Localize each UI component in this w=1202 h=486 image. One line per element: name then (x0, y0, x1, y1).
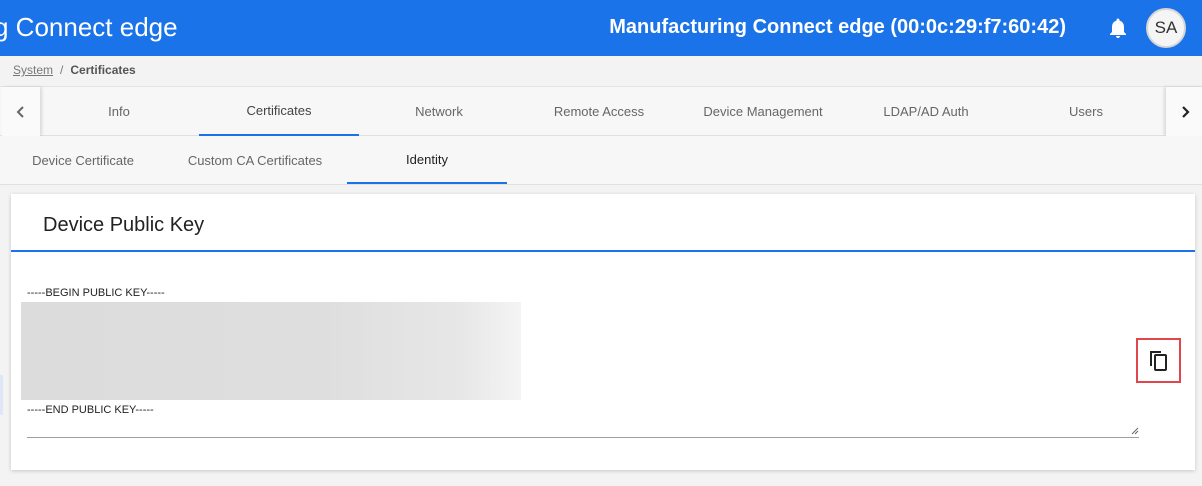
tab-network[interactable]: Network (359, 87, 519, 136)
device-public-key-card: Device Public Key -----BEGIN PUBLIC KEY-… (11, 194, 1195, 470)
sub-tab-bar: Device Certificate Custom CA Certificate… (0, 136, 1202, 185)
user-avatar[interactable]: SA (1146, 8, 1186, 48)
copy-key-button[interactable] (1136, 338, 1181, 383)
tab-users[interactable]: Users (1006, 87, 1166, 136)
tab-scroll-left-button[interactable] (2, 87, 40, 136)
chevron-left-icon (16, 105, 24, 118)
redacted-key-content (21, 302, 521, 400)
app-title: g Connect edge (0, 12, 178, 42)
tab-remote-access[interactable]: Remote Access (519, 87, 679, 136)
resize-handle-icon[interactable] (1130, 426, 1139, 435)
breadcrumb-link-system[interactable]: System (13, 63, 53, 77)
copy-icon (1149, 350, 1167, 371)
key-begin-line: -----BEGIN PUBLIC KEY----- (27, 287, 165, 299)
chevron-right-icon (1182, 105, 1190, 118)
side-drawer-edge (0, 375, 3, 415)
card-divider (11, 250, 1195, 252)
main-tab-bar: Info Certificates Network Remote Access … (0, 86, 1202, 136)
device-title: Manufacturing Connect edge (00:0c:29:f7:… (609, 16, 1066, 38)
tab-ldap-ad-auth[interactable]: LDAP/AD Auth (846, 87, 1006, 136)
breadcrumb: System / Certificates (13, 63, 136, 77)
breadcrumb-current: Certificates (70, 63, 136, 77)
key-end-line: -----END PUBLIC KEY----- (27, 404, 154, 416)
subtab-device-certificate[interactable]: Device Certificate (8, 136, 158, 184)
tab-device-management[interactable]: Device Management (683, 87, 843, 136)
breadcrumb-separator: / (60, 63, 64, 77)
bell-icon[interactable] (1106, 16, 1130, 40)
public-key-textarea[interactable]: -----BEGIN PUBLIC KEY----- -----END PUBL… (21, 282, 1139, 438)
top-app-bar: g Connect edge Manufacturing Connect edg… (0, 0, 1202, 56)
subtab-identity[interactable]: Identity (347, 136, 507, 184)
card-title: Device Public Key (43, 214, 205, 236)
subtab-custom-ca-certificates[interactable]: Custom CA Certificates (170, 136, 340, 184)
tab-certificates[interactable]: Certificates (199, 87, 359, 136)
tab-scroll-right-button[interactable] (1166, 87, 1202, 136)
tab-info[interactable]: Info (39, 87, 199, 136)
